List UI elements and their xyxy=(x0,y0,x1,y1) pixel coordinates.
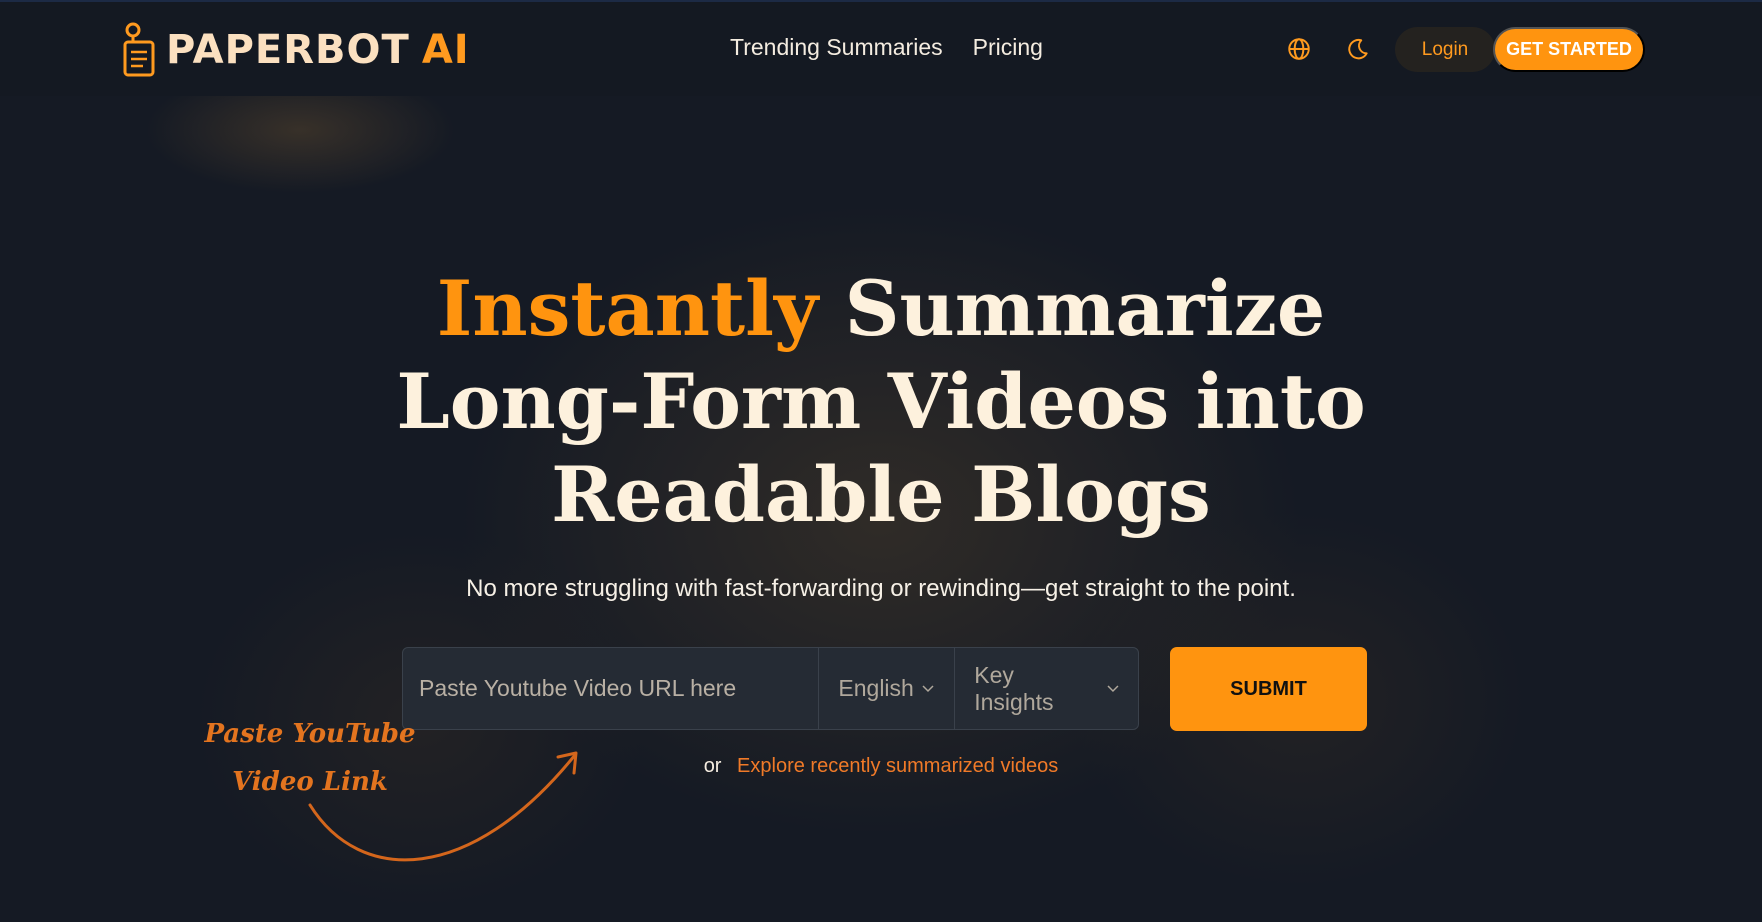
submit-button[interactable]: SUBMIT xyxy=(1170,647,1367,731)
top-border-line xyxy=(0,0,1762,2)
language-select-value: English xyxy=(838,675,914,701)
language-select[interactable]: English xyxy=(818,648,954,729)
hero-subtitle: No more struggling with fast-forwarding … xyxy=(466,575,1296,602)
nav-link-pricing[interactable]: Pricing xyxy=(973,34,1043,61)
hero-title-line3: Readable Blogs xyxy=(551,450,1211,539)
summary-style-select-value: Key Insights xyxy=(974,661,1054,715)
curved-arrow-icon xyxy=(308,751,578,862)
chevron-down-icon xyxy=(922,684,934,692)
chevron-down-icon xyxy=(1107,684,1119,692)
summarize-form: English Key Insights xyxy=(402,647,1139,730)
youtube-url-input[interactable] xyxy=(403,648,819,729)
hero-title-line2: Long-Form Videos into xyxy=(396,357,1366,446)
top-navbar: PAPERBOT AI Trending Summaries Pricing L… xyxy=(0,0,1762,96)
hero-title-line1-rest: Summarize xyxy=(844,264,1326,353)
main-nav: Trending Summaries Pricing xyxy=(730,34,1043,61)
nav-link-trending-summaries[interactable]: Trending Summaries xyxy=(730,34,943,61)
summary-style-select[interactable]: Key Insights xyxy=(954,648,1138,729)
brand-suffix: AI xyxy=(421,27,470,73)
hero-title: Instantly Summarize Long-Form Videos int… xyxy=(0,262,1762,541)
explore-recent-link[interactable]: Explore recently summarized videos xyxy=(737,755,1058,777)
globe-icon[interactable] xyxy=(1286,36,1312,62)
explore-prefix: or xyxy=(703,755,722,777)
moon-icon[interactable] xyxy=(1345,36,1371,62)
get-started-button[interactable]: GET STARTED xyxy=(1493,27,1645,72)
brand-logo[interactable]: PAPERBOT AI xyxy=(122,22,470,78)
brand-name: PAPERBOT xyxy=(166,27,410,73)
login-button[interactable]: Login xyxy=(1395,27,1495,72)
hero-title-accent: Instantly xyxy=(436,264,819,353)
document-robot-icon xyxy=(123,22,155,77)
